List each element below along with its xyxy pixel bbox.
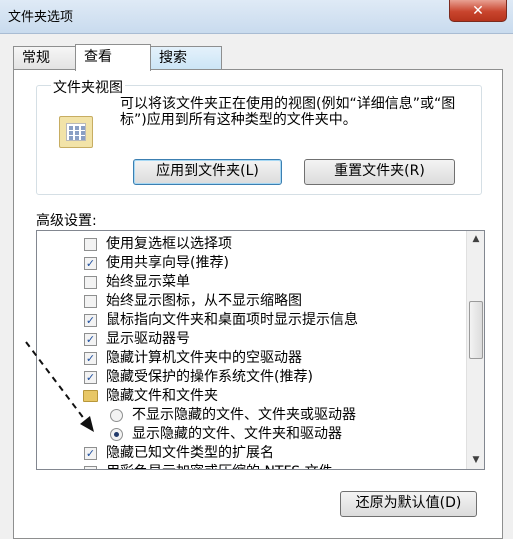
- view-tab-panel: 文件夹视图 可以将该文件夹正在使用的视图(例如“详细信息”或“图标”)应用到所有…: [13, 69, 503, 539]
- list-item-label: 隐藏受保护的操作系统文件(推荐): [106, 369, 313, 385]
- checkbox-unchecked[interactable]: [84, 295, 97, 308]
- list-item-label: 隐藏已知文件类型的扩展名: [106, 445, 274, 461]
- tab-general[interactable]: 常规: [13, 46, 76, 70]
- restore-defaults-button[interactable]: 还原为默认值(D): [340, 491, 477, 517]
- folder-view-description: 可以将该文件夹正在使用的视图(例如“详细信息”或“图标”)应用到所有这种类型的文…: [120, 96, 456, 128]
- list-item[interactable]: ✓ 显示驱动器号: [37, 330, 466, 349]
- checkbox-unchecked[interactable]: [84, 276, 97, 289]
- list-scrollbar[interactable]: ▲ ▼: [466, 231, 484, 469]
- list-item-label: 不显示隐藏的文件、文件夹或驱动器: [132, 407, 356, 423]
- list-item-label: 用彩色显示加密或压缩的 NTFS 文件: [106, 463, 333, 469]
- list-item[interactable]: 显示隐藏的文件、文件夹和驱动器: [37, 425, 466, 444]
- checkbox-checked[interactable]: ✓: [84, 352, 97, 365]
- apply-to-folders-button[interactable]: 应用到文件夹(L): [133, 159, 282, 185]
- list-item-label: 隐藏计算机文件夹中的空驱动器: [106, 350, 302, 366]
- list-item-label: 显示驱动器号: [106, 331, 190, 347]
- list-item-label: 鼠标指向文件夹和桌面项时显示提示信息: [106, 312, 358, 328]
- list-item[interactable]: ✓ 隐藏受保护的操作系统文件(推荐): [37, 368, 466, 387]
- checkbox-unchecked[interactable]: [84, 238, 97, 251]
- window-title: 文件夹选项: [8, 10, 74, 25]
- list-item-label: 隐藏文件和文件夹: [106, 388, 218, 404]
- list-item[interactable]: ✓ 隐藏已知文件类型的扩展名: [37, 444, 466, 463]
- checkbox-checked[interactable]: ✓: [84, 314, 97, 327]
- list-item[interactable]: 使用复选框以选择项: [37, 235, 466, 254]
- list-item[interactable]: 始终显示菜单: [37, 273, 466, 292]
- checkbox-checked[interactable]: ✓: [84, 257, 97, 270]
- reset-folders-button[interactable]: 重置文件夹(R): [304, 159, 455, 185]
- folder-view-icon: [59, 116, 93, 148]
- advanced-settings-list[interactable]: 使用复选框以选择项 ✓ 使用共享向导(推荐) 始终显示菜单始终显示图标，从不显示缩略图…: [36, 230, 485, 470]
- scroll-up-icon[interactable]: ▲: [467, 231, 484, 248]
- radio-selected[interactable]: [110, 428, 123, 441]
- advanced-settings-items: 使用复选框以选择项 ✓ 使用共享向导(推荐) 始终显示菜单始终显示图标，从不显示缩略图…: [37, 231, 466, 469]
- list-item[interactable]: ✓ 用彩色显示加密或压缩的 NTFS 文件: [37, 463, 466, 469]
- list-item[interactable]: 始终显示图标，从不显示缩略图: [37, 292, 466, 311]
- checkbox-checked[interactable]: ✓: [84, 447, 97, 460]
- close-icon: ✕: [472, 2, 484, 19]
- folder-icon: [83, 390, 98, 402]
- checkbox-checked[interactable]: ✓: [84, 371, 97, 384]
- list-item-label: 使用共享向导(推荐): [106, 255, 229, 271]
- list-item[interactable]: ✓ 使用共享向导(推荐): [37, 254, 466, 273]
- list-item-label: 始终显示菜单: [106, 274, 190, 290]
- radio-unselected[interactable]: [110, 409, 123, 422]
- list-item[interactable]: 隐藏文件和文件夹: [37, 387, 466, 406]
- list-item[interactable]: ✓ 隐藏计算机文件夹中的空驱动器: [37, 349, 466, 368]
- list-item[interactable]: 不显示隐藏的文件、文件夹或驱动器: [37, 406, 466, 425]
- scroll-thumb[interactable]: [469, 301, 483, 359]
- list-item[interactable]: ✓ 鼠标指向文件夹和桌面项时显示提示信息: [37, 311, 466, 330]
- advanced-settings-label: 高级设置:: [36, 213, 97, 229]
- tab-search[interactable]: 搜索: [150, 46, 222, 70]
- checkbox-checked[interactable]: ✓: [84, 333, 97, 346]
- folder-view-group: 文件夹视图 可以将该文件夹正在使用的视图(例如“详细信息”或“图标”)应用到所有…: [36, 77, 482, 195]
- close-button[interactable]: ✕: [449, 0, 507, 22]
- list-item-label: 显示隐藏的文件、文件夹和驱动器: [132, 426, 342, 442]
- folder-view-legend: 文件夹视图: [51, 77, 125, 97]
- list-item-label: 始终显示图标，从不显示缩略图: [106, 293, 302, 309]
- scroll-down-icon[interactable]: ▼: [467, 452, 484, 469]
- checkbox-checked[interactable]: ✓: [84, 466, 97, 469]
- title-bar: 文件夹选项 ✕: [0, 0, 513, 34]
- tab-view[interactable]: 查看: [75, 44, 151, 71]
- tab-strip: 常规 查看 搜索: [13, 44, 503, 71]
- list-item-label: 使用复选框以选择项: [106, 236, 232, 252]
